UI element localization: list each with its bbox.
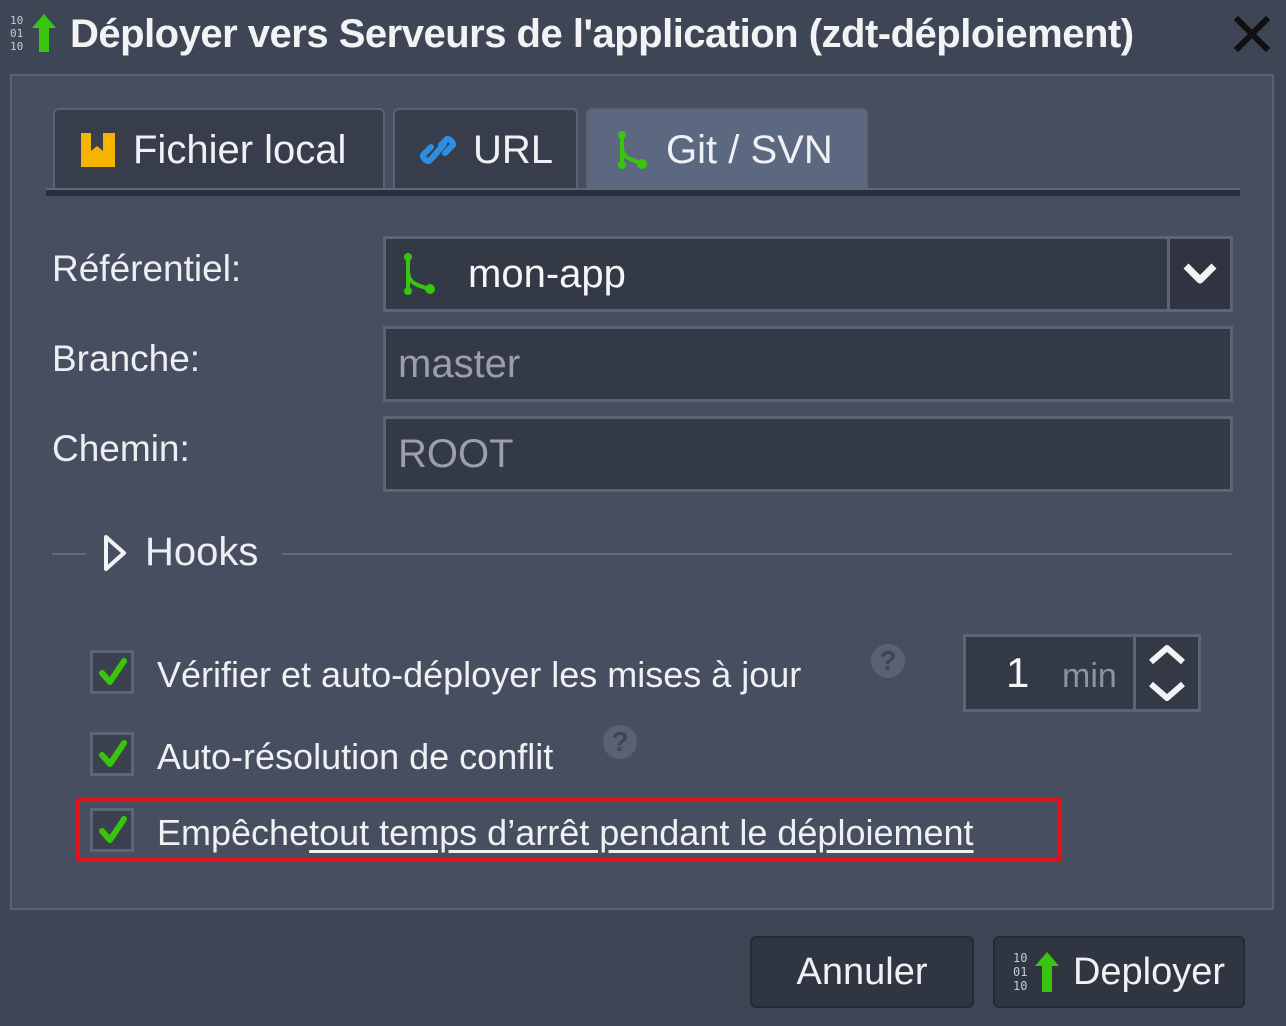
svg-text:10: 10 bbox=[1013, 951, 1027, 965]
branch-placeholder: master bbox=[398, 341, 521, 386]
checkmark-icon bbox=[99, 740, 127, 767]
zero-downtime-label-start: Empêche bbox=[157, 812, 310, 853]
hooks-divider-right bbox=[282, 553, 1232, 555]
tab-git-svn[interactable]: Git / SVN bbox=[586, 108, 868, 190]
auto-resolve-label: Auto-résolution de conflit bbox=[157, 736, 554, 777]
deploy-dialog: 10 01 10 Déployer vers Serveurs de l'app… bbox=[0, 0, 1286, 1026]
spinner-buttons bbox=[1133, 637, 1198, 709]
svg-text:01: 01 bbox=[10, 27, 23, 40]
zero-downtime-checkbox[interactable] bbox=[90, 808, 134, 852]
branch-label: Branche: bbox=[52, 338, 201, 379]
checkmark-icon bbox=[99, 816, 127, 843]
interval-unit: min bbox=[1062, 657, 1117, 695]
chevron-up-icon[interactable] bbox=[1136, 637, 1198, 673]
checkmark-icon bbox=[99, 658, 127, 685]
deploy-binary-icon: 10 01 10 bbox=[10, 14, 56, 53]
repository-value: mon-app bbox=[468, 251, 626, 296]
svg-text:01: 01 bbox=[1013, 965, 1027, 979]
svg-text:10: 10 bbox=[1013, 979, 1027, 993]
dialog-title: Déployer vers Serveurs de l'application … bbox=[70, 12, 1134, 56]
dialog-body bbox=[10, 74, 1274, 910]
expand-arrow-icon[interactable] bbox=[100, 533, 130, 573]
interval-value: 1 bbox=[1006, 649, 1030, 696]
hooks-divider-left bbox=[52, 553, 86, 555]
link-icon bbox=[419, 135, 457, 165]
help-icon[interactable]: ? bbox=[871, 644, 905, 678]
branch-input[interactable]: master bbox=[383, 326, 1233, 402]
deploy-binary-icon: 10 01 10 bbox=[1013, 951, 1059, 993]
git-icon bbox=[618, 131, 647, 169]
path-label: Chemin: bbox=[52, 428, 190, 469]
auto-update-label: Vérifier et auto-déployer les mises à jo… bbox=[157, 654, 802, 695]
svg-text:10: 10 bbox=[10, 40, 23, 53]
auto-resolve-checkbox[interactable] bbox=[90, 732, 134, 776]
hooks-toggle[interactable]: Hooks bbox=[145, 530, 258, 575]
help-icon[interactable]: ? bbox=[603, 725, 637, 759]
tab-url-label: URL bbox=[473, 127, 554, 172]
zero-downtime-link[interactable]: tout temps d’arrêt pendant le déploiemen… bbox=[309, 812, 973, 853]
interval-spinner[interactable]: 1 min bbox=[963, 634, 1201, 712]
zero-downtime-label: Empêchetout temps d’arrêt pendant le dép… bbox=[157, 812, 974, 854]
tab-url[interactable]: URL bbox=[393, 108, 578, 190]
tab-local-file[interactable]: Fichier local bbox=[53, 108, 385, 190]
deploy-button[interactable]: 10 01 10 Deployer bbox=[993, 936, 1245, 1008]
auto-update-checkbox[interactable] bbox=[90, 650, 134, 694]
path-input[interactable]: ROOT bbox=[383, 416, 1233, 492]
svg-text:10: 10 bbox=[10, 14, 23, 27]
repository-select[interactable]: mon-app bbox=[383, 236, 1233, 312]
deploy-button-label: Deployer bbox=[1072, 950, 1226, 993]
dialog-titlebar: 10 01 10 Déployer vers Serveurs de l'app… bbox=[0, 0, 1286, 72]
chevron-down-icon[interactable] bbox=[1167, 239, 1230, 309]
close-icon[interactable] bbox=[1232, 14, 1272, 54]
repository-label: Référentiel: bbox=[52, 248, 242, 289]
local-file-icon bbox=[81, 133, 115, 167]
cancel-button[interactable]: Annuler bbox=[750, 936, 974, 1008]
path-placeholder: ROOT bbox=[398, 431, 514, 476]
git-repo-icon bbox=[404, 253, 435, 295]
tab-git-svn-label: Git / SVN bbox=[666, 127, 833, 172]
tab-strip-divider bbox=[46, 188, 1240, 196]
tab-local-file-label: Fichier local bbox=[133, 127, 347, 172]
chevron-down-icon[interactable] bbox=[1136, 673, 1198, 709]
